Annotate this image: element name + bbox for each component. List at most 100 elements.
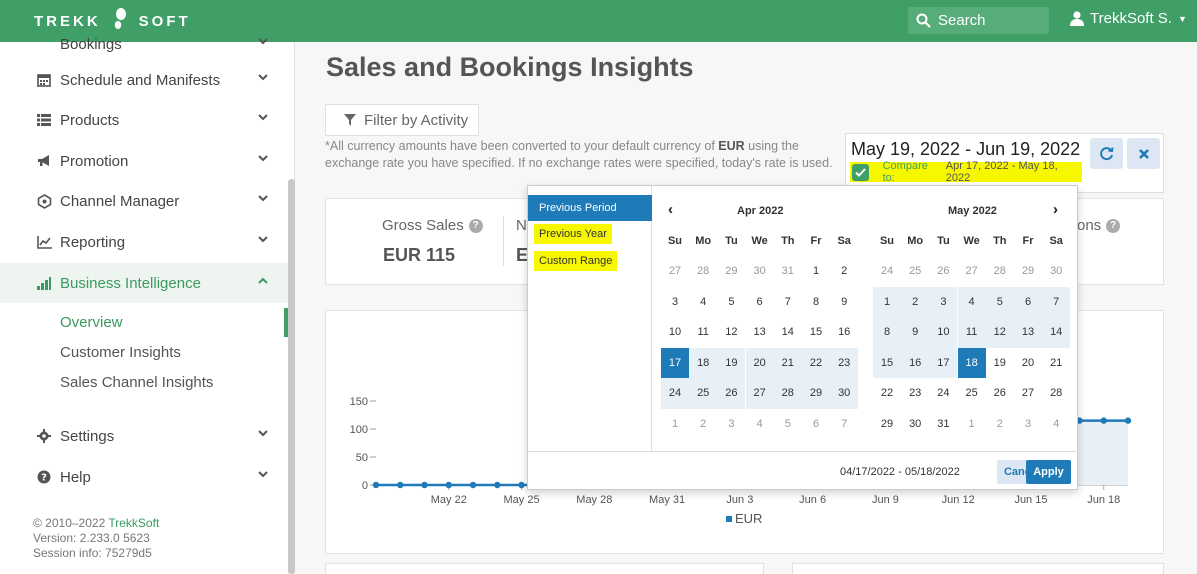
calendar-day[interactable]: 21: [1042, 348, 1070, 379]
calendar-day[interactable]: 2: [830, 256, 858, 287]
calendar-day[interactable]: 2: [901, 286, 930, 317]
calendar-day[interactable]: 11: [957, 317, 986, 348]
calendar-day[interactable]: 1: [958, 409, 986, 440]
calendar-day[interactable]: 24: [873, 256, 901, 287]
calendar-day[interactable]: 24: [661, 378, 689, 409]
sidebar-scrollbar[interactable]: [288, 179, 295, 574]
calendar-day[interactable]: 24: [929, 378, 957, 409]
calendar-day[interactable]: 7: [1042, 286, 1071, 317]
calendar-day[interactable]: 3: [661, 287, 689, 318]
calendar-day[interactable]: 20: [1014, 348, 1042, 379]
date-range-input[interactable]: May 19, 2022 - Jun 19, 2022: [851, 139, 1080, 160]
calendar-day[interactable]: 30: [1042, 256, 1070, 287]
calendar-day[interactable]: 19: [717, 347, 746, 378]
calendar-day[interactable]: 29: [802, 378, 830, 409]
calendar-day[interactable]: 19: [986, 348, 1014, 379]
compare-toggle[interactable]: Compare to: Apr 17, 2022 - May 18, 2022: [850, 160, 1082, 184]
calendar-day[interactable]: 28: [689, 256, 717, 287]
calendar-day[interactable]: 7: [830, 409, 858, 440]
calendar-day[interactable]: 30: [830, 378, 859, 409]
calendar-day[interactable]: 12: [717, 317, 745, 348]
sidebar-item-settings[interactable]: Settings: [0, 416, 288, 456]
filter-by-activity-button[interactable]: Filter by Activity: [325, 104, 479, 136]
calendar-day[interactable]: 25: [689, 378, 718, 409]
search-input[interactable]: Search: [908, 7, 1049, 34]
compare-checkbox[interactable]: [852, 163, 869, 181]
question-circle-icon[interactable]: ?: [468, 218, 483, 233]
calendar-day[interactable]: 26: [717, 378, 746, 409]
calendar-day[interactable]: 2: [986, 409, 1014, 440]
calendar-day[interactable]: 28: [986, 256, 1014, 287]
calendar-day[interactable]: 4: [957, 286, 986, 317]
calendar-day[interactable]: 23: [830, 347, 859, 378]
calendar-day[interactable]: 1: [661, 409, 689, 440]
calendar-day[interactable]: 27: [661, 256, 689, 287]
clear-button[interactable]: [1127, 138, 1160, 169]
prev-month-icon[interactable]: ‹: [668, 201, 673, 218]
calendar-day[interactable]: 22: [802, 347, 830, 378]
calendar-day[interactable]: 3: [717, 409, 745, 440]
sidebar-subitem-sales-channel-insights[interactable]: Sales Channel Insights: [60, 374, 213, 391]
calendar-day[interactable]: 8: [873, 317, 901, 348]
calendar-day[interactable]: 12: [985, 317, 1014, 348]
calendar-day[interactable]: 1: [802, 256, 830, 287]
calendar-day[interactable]: 14: [1042, 317, 1071, 348]
calendar-day[interactable]: 31: [774, 256, 802, 287]
calendar-day[interactable]: 4: [689, 287, 717, 318]
calendar-day[interactable]: 3: [1014, 409, 1042, 440]
calendar-day[interactable]: 13: [1014, 317, 1042, 348]
user-menu[interactable]: TrekkSoft S. ▼: [1070, 10, 1187, 27]
calendar-day[interactable]: 15: [802, 317, 830, 348]
calendar-day[interactable]: 26: [929, 256, 957, 287]
calendar-day[interactable]: 25: [901, 256, 929, 287]
calendar-day[interactable]: 28: [773, 378, 802, 409]
calendar-day[interactable]: 6: [802, 409, 830, 440]
calendar-day[interactable]: 29: [873, 409, 901, 440]
calendar-day[interactable]: 28: [1042, 378, 1070, 409]
calendar-day[interactable]: 13: [746, 317, 774, 348]
calendar-day[interactable]: 17: [929, 347, 958, 378]
calendar-day[interactable]: 23: [901, 378, 929, 409]
next-month-icon[interactable]: ›: [1053, 201, 1058, 218]
calendar-day-selected[interactable]: 17: [661, 347, 689, 378]
calendar-day[interactable]: 30: [901, 409, 929, 440]
calendar-day[interactable]: 29: [1014, 256, 1042, 287]
calendar-day[interactable]: 5: [774, 409, 802, 440]
calendar-day[interactable]: 18: [689, 347, 718, 378]
sidebar-item-bookings[interactable]: Bookings: [0, 24, 288, 64]
calendar-day[interactable]: 27: [745, 378, 774, 409]
calendar-day-selected[interactable]: 18: [957, 347, 986, 378]
sidebar-item-reporting[interactable]: Reporting: [0, 222, 288, 262]
sidebar-item-promotion[interactable]: Promotion: [0, 141, 288, 181]
calendar-day[interactable]: 14: [774, 317, 802, 348]
calendar-day[interactable]: 11: [689, 317, 717, 348]
calendar-day[interactable]: 10: [929, 317, 958, 348]
calendar-day[interactable]: 31: [929, 409, 957, 440]
trekksoft-link[interactable]: TrekkSoft: [108, 516, 159, 530]
calendar-day[interactable]: 8: [802, 287, 830, 318]
calendar-day[interactable]: 6: [1014, 286, 1042, 317]
calendar-day[interactable]: 4: [1042, 409, 1070, 440]
calendar-day[interactable]: 29: [717, 256, 745, 287]
calendar-day[interactable]: 27: [1014, 378, 1042, 409]
calendar-day[interactable]: 6: [746, 287, 774, 318]
calendar-day[interactable]: 9: [901, 317, 930, 348]
sidebar-item-schedule[interactable]: Schedule and Manifests: [0, 60, 288, 100]
calendar-day[interactable]: 4: [746, 409, 774, 440]
calendar-day[interactable]: 15: [873, 347, 901, 378]
calendar-day[interactable]: 16: [901, 347, 930, 378]
sidebar-item-products[interactable]: Products: [0, 100, 288, 140]
sidebar-item-business-intelligence[interactable]: Business Intelligence: [0, 263, 288, 303]
range-previous-year[interactable]: Previous Year: [534, 224, 612, 244]
calendar-day[interactable]: 22: [873, 378, 901, 409]
calendar-day[interactable]: 16: [830, 317, 858, 348]
calendar-day[interactable]: 5: [985, 286, 1014, 317]
calendar-day[interactable]: 5: [717, 287, 745, 318]
calendar-day[interactable]: 3: [929, 286, 958, 317]
range-custom-range[interactable]: Custom Range: [534, 251, 618, 271]
calendar-day[interactable]: 9: [830, 287, 858, 318]
calendar-day[interactable]: 21: [773, 347, 802, 378]
calendar-day[interactable]: 25: [958, 378, 986, 409]
range-previous-period[interactable]: Previous Period: [528, 195, 652, 221]
calendar-day[interactable]: 2: [689, 409, 717, 440]
